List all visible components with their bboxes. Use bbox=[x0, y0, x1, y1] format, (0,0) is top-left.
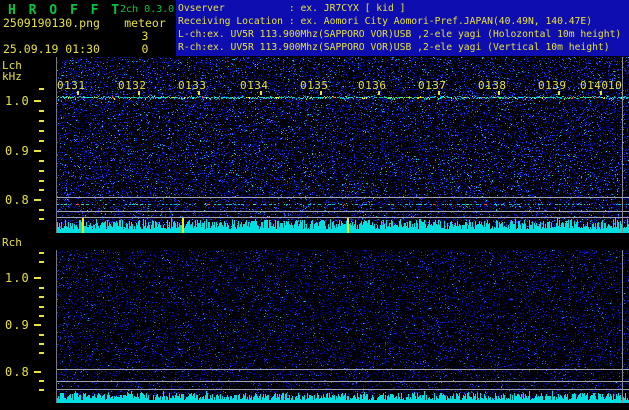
lch-meteor-count: 3 bbox=[141, 29, 149, 43]
app-version: 2ch 0.3.0 bbox=[120, 4, 175, 15]
rch-panel-label: Rch bbox=[2, 236, 22, 249]
hrofft-window: H R O F F T 2ch 0.3.0 2509190130.png met… bbox=[0, 0, 629, 410]
time-label: 0135 bbox=[300, 79, 329, 92]
rch-spectrogram bbox=[57, 250, 629, 403]
station-info-line: Ovserver : ex. JR7CYX [ kid ] bbox=[178, 3, 406, 14]
freq-minor-tick bbox=[39, 343, 44, 345]
freq-minor-tick bbox=[39, 120, 44, 122]
freq-minor-tick bbox=[39, 140, 44, 142]
freq-minor-tick bbox=[39, 334, 44, 336]
time-label: 0134 bbox=[240, 79, 269, 92]
freq-minor-tick bbox=[39, 218, 44, 220]
freq-tick-label: 1.0 bbox=[5, 271, 30, 285]
freq-minor-tick bbox=[39, 209, 44, 211]
freq-minor-tick bbox=[39, 160, 44, 162]
station-info-line: Receiving Location : ex. Aomori City Aom… bbox=[178, 16, 593, 28]
time-label: 0140 bbox=[580, 79, 609, 92]
freq-major-tick bbox=[34, 100, 41, 102]
freq-minor-tick bbox=[39, 352, 44, 354]
time-tick bbox=[558, 91, 560, 95]
freq-minor-tick bbox=[39, 252, 44, 254]
rch-meteor-count: 0 bbox=[141, 42, 149, 56]
freq-major-tick bbox=[34, 371, 41, 373]
freq-minor-tick bbox=[39, 287, 44, 289]
time-tick bbox=[77, 91, 79, 95]
time-tick bbox=[600, 91, 602, 95]
freq-major-tick bbox=[34, 199, 41, 201]
station-info-line: R-ch:ex. UV5R 113.900Mhz(SAPPORO VOR)USB… bbox=[178, 42, 610, 54]
output-filename: 2509190130.png bbox=[3, 16, 100, 30]
station-info-panel: Ovserver : ex. JR7CYX [ kid ] Receiving L… bbox=[178, 2, 629, 54]
time-tick bbox=[198, 91, 200, 95]
time-label: 0138 bbox=[478, 79, 507, 92]
freq-minor-tick bbox=[39, 180, 44, 182]
rch-axis-border bbox=[56, 250, 57, 403]
freq-minor-tick bbox=[39, 88, 44, 90]
time-label: 0133 bbox=[178, 79, 207, 92]
time-label: 0131 bbox=[57, 79, 86, 92]
freq-major-tick bbox=[34, 277, 41, 279]
time-label: 0132 bbox=[118, 79, 147, 92]
freq-minor-tick bbox=[39, 261, 44, 263]
time-tick bbox=[320, 91, 322, 95]
freq-minor-tick bbox=[39, 306, 44, 308]
freq-minor-tick bbox=[39, 130, 44, 132]
time-label: 0136 bbox=[358, 79, 387, 92]
freq-minor-tick bbox=[39, 189, 44, 191]
frequency-unit-label: kHz bbox=[2, 70, 22, 83]
time-tick bbox=[498, 91, 500, 95]
station-info-line: L-ch:ex. UV5R 113.900Mhz(SAPPORO VOR)USB… bbox=[178, 29, 622, 41]
time-label-partial: 10 bbox=[608, 79, 623, 92]
freq-minor-tick bbox=[39, 110, 44, 112]
datetime-label: 25.09.19 01:30 bbox=[3, 42, 100, 56]
freq-minor-tick bbox=[39, 296, 44, 298]
freq-major-tick bbox=[34, 150, 41, 152]
time-tick bbox=[378, 91, 380, 95]
freq-tick-label: 0.9 bbox=[5, 318, 30, 332]
freq-tick-label: 0.8 bbox=[5, 193, 30, 207]
time-label: 0137 bbox=[418, 79, 447, 92]
freq-minor-tick bbox=[39, 170, 44, 172]
freq-tick-label: 0.8 bbox=[5, 365, 30, 379]
time-label: 0139 bbox=[538, 79, 567, 92]
freq-minor-tick bbox=[39, 315, 44, 317]
freq-minor-tick bbox=[39, 380, 44, 382]
time-tick bbox=[138, 91, 140, 95]
time-tick bbox=[438, 91, 440, 95]
freq-minor-tick bbox=[39, 389, 44, 391]
mode-label: meteor bbox=[124, 16, 166, 30]
time-tick bbox=[260, 91, 262, 95]
freq-tick-label: 0.9 bbox=[5, 144, 30, 158]
freq-tick-label: 1.0 bbox=[5, 94, 30, 108]
freq-major-tick bbox=[34, 324, 41, 326]
